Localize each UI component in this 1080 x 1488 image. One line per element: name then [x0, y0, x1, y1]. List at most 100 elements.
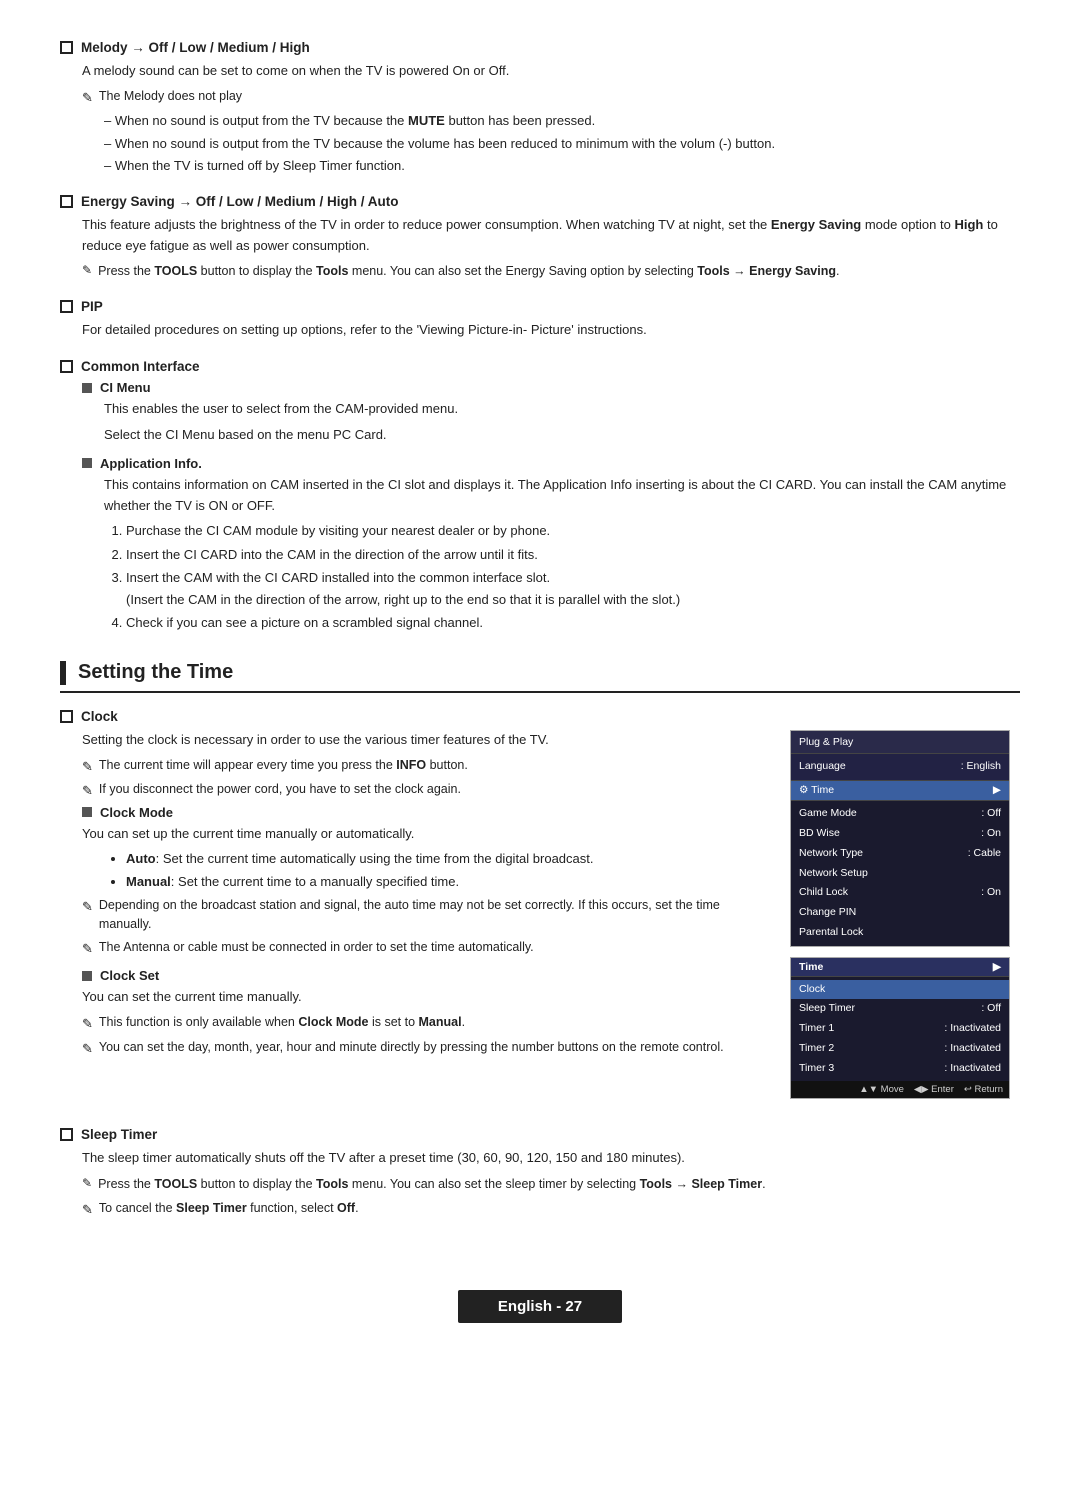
common-title: Common Interface [60, 359, 1020, 374]
app-info-item-3: Insert the CAM with the CI CARD installe… [126, 568, 1020, 609]
tv-menu-time-rows: Clock Sleep Timer: Off Timer 1: Inactiva… [791, 976, 1009, 1082]
tv-menu-lang-row: Language : English [791, 757, 1009, 777]
footer: English - 27 [60, 1280, 1020, 1333]
tv-menu-time: Time ▶ Clock Sleep Timer: Off Timer 1: I… [790, 957, 1010, 1100]
tv-time-timer2: Timer 2: Inactivated [791, 1039, 1009, 1059]
app-info-body: This contains information on CAM inserte… [104, 475, 1020, 517]
dash-item-3: When the TV is turned off by Sleep Timer… [104, 156, 1020, 176]
pip-body: For detailed procedures on setting up op… [82, 320, 1020, 341]
melody-body: A melody sound can be set to come on whe… [82, 61, 1020, 82]
setting-time-title: Setting the Time [78, 661, 233, 684]
tv-time-clock: Clock [791, 980, 1009, 1000]
note-icon-clock1: ✎ [82, 757, 93, 777]
note-icon-sleep2: ✎ [82, 1200, 93, 1220]
checkbox-icon-pip [60, 300, 73, 313]
clock-mode-list: Auto: Set the current time automatically… [126, 849, 770, 891]
common-interface-section: Common Interface CI Menu This enables th… [60, 359, 1020, 633]
clock-mode-title: Clock Mode [82, 805, 770, 820]
clock-note2: ✎ If you disconnect the power cord, you … [82, 780, 770, 801]
melody-title: Melody → Off / Low / Medium / High [60, 40, 1020, 55]
app-info-list: Purchase the CI CAM module by visiting y… [126, 521, 1020, 633]
clock-mode-auto: Auto: Set the current time automatically… [126, 849, 770, 869]
clock-note1: ✎ The current time will appear every tim… [82, 756, 770, 777]
note-icon-cs2: ✎ [82, 1039, 93, 1059]
pencil-icon-sleep1: ✎ [82, 1174, 92, 1193]
tv-row-game: Game Mode: Off [791, 804, 1009, 824]
app-info-item-1: Purchase the CI CAM module by visiting y… [126, 521, 1020, 541]
tv-menu-time-row: ⚙ Time ▶ [791, 781, 1009, 801]
sleep-timer-title: Sleep Timer [60, 1127, 1020, 1142]
melody-dash-list: When no sound is output from the TV beca… [104, 111, 1020, 176]
dash-item-1: When no sound is output from the TV beca… [104, 111, 1020, 131]
tv-row-change-pin: Change PIN [791, 903, 1009, 923]
sleep-timer-note1: ✎ Press the TOOLS button to display the … [82, 1174, 1020, 1194]
note-icon-clock2: ✎ [82, 781, 93, 801]
square-icon-ci [82, 383, 92, 393]
checkbox-icon-clock [60, 710, 73, 723]
clock-set-body: You can set the current time manually. [82, 987, 770, 1008]
tv-menu-section1: Language : English [791, 754, 1009, 781]
tv-menu-setup: Plug & Play Language : English ⚙ Time ▶ … [790, 730, 1010, 947]
sleep-timer-note2: ✎ To cancel the Sleep Timer function, se… [82, 1199, 1020, 1220]
clock-mode-note2: ✎ The Antenna or cable must be connected… [82, 938, 770, 959]
checkbox-icon [60, 41, 73, 54]
clock-set-note2: ✎ You can set the day, month, year, hour… [82, 1038, 770, 1059]
clock-text-content: Setting the clock is necessary in order … [82, 730, 770, 1110]
tv-menu-time-header: Time ▶ [791, 958, 1009, 976]
pip-title: PIP [60, 299, 1020, 314]
tv-row-parental: Parental Lock [791, 923, 1009, 943]
tv-row-network-setup: Network Setup [791, 864, 1009, 884]
dash-item-2: When no sound is output from the TV beca… [104, 134, 1020, 154]
note-pencil-icon: ✎ [82, 88, 93, 108]
note-icon-cm2: ✎ [82, 939, 93, 959]
clock-mode-manual: Manual: Set the current time to a manual… [126, 872, 770, 892]
tv-time-timer3: Timer 3: Inactivated [791, 1059, 1009, 1079]
energy-section: Energy Saving → Off / Low / Medium / Hig… [60, 194, 1020, 282]
clock-content-with-image: Setting the clock is necessary in order … [82, 730, 1020, 1110]
tv-menu-bottom-bar: ▲▼ Move ◀▶ Enter ↩ Return [791, 1081, 1009, 1098]
clock-title: Clock [60, 709, 1020, 724]
app-info-title: Application Info. [82, 456, 1020, 471]
app-info-item-4: Check if you can see a picture on a scra… [126, 613, 1020, 633]
clock-set-title: Clock Set [82, 968, 770, 983]
pencil-icon-energy: ✎ [82, 261, 92, 280]
square-icon-clock-mode [82, 807, 92, 817]
clock-section: Clock Setting the clock is necessary in … [60, 709, 1020, 1110]
energy-note: ✎ Press the TOOLS button to display the … [82, 261, 1020, 281]
tv-row-child-lock: Child Lock: On [791, 883, 1009, 903]
tv-time-timer1: Timer 1: Inactivated [791, 1019, 1009, 1039]
melody-section: Melody → Off / Low / Medium / High A mel… [60, 40, 1020, 176]
note-icon-cs1: ✎ [82, 1014, 93, 1034]
footer-label: English - 27 [458, 1290, 622, 1323]
tv-row-bd: BD Wise: On [791, 824, 1009, 844]
tv-row-network-type: Network Type: Cable [791, 844, 1009, 864]
clock-set-note1: ✎ This function is only available when C… [82, 1013, 770, 1034]
ci-menu-title: CI Menu [82, 380, 1020, 395]
sleep-timer-body: The sleep timer automatically shuts off … [82, 1148, 1020, 1169]
melody-note1: ✎ The Melody does not play [82, 87, 1020, 108]
checkbox-icon-energy [60, 195, 73, 208]
clock-set-section: Clock Set You can set the current time m… [82, 968, 770, 1058]
ci-menu-body2: Select the CI Menu based on the menu PC … [104, 425, 1020, 446]
pip-section: PIP For detailed procedures on setting u… [60, 299, 1020, 341]
clock-mode-section: Clock Mode You can set up the current ti… [82, 805, 770, 959]
app-info-section: Application Info. This contains informat… [82, 456, 1020, 633]
header-bar [60, 661, 66, 685]
clock-body: Setting the clock is necessary in order … [82, 730, 770, 751]
clock-mode-note1: ✎ Depending on the broadcast station and… [82, 896, 770, 934]
tv-menu-setup-rows: Game Mode: Off BD Wise: On Network Type:… [791, 800, 1009, 945]
tv-time-sleep: Sleep Timer: Off [791, 999, 1009, 1019]
tv-menu-plug-play: Plug & Play [791, 731, 1009, 754]
square-icon-clock-set [82, 971, 92, 981]
tv-menu-panel: Plug & Play Language : English ⚙ Time ▶ … [790, 730, 1020, 1110]
setting-time-header: Setting the Time [60, 661, 1020, 693]
note-icon-cm1: ✎ [82, 897, 93, 917]
sleep-timer-section: Sleep Timer The sleep timer automaticall… [60, 1127, 1020, 1219]
checkbox-icon-sleep [60, 1128, 73, 1141]
ci-menu-section: CI Menu This enables the user to select … [82, 380, 1020, 446]
energy-body: This feature adjusts the brightness of t… [82, 215, 1020, 257]
square-icon-app [82, 458, 92, 468]
energy-title: Energy Saving → Off / Low / Medium / Hig… [60, 194, 1020, 209]
ci-menu-body1: This enables the user to select from the… [104, 399, 1020, 420]
clock-mode-body: You can set up the current time manually… [82, 824, 770, 845]
